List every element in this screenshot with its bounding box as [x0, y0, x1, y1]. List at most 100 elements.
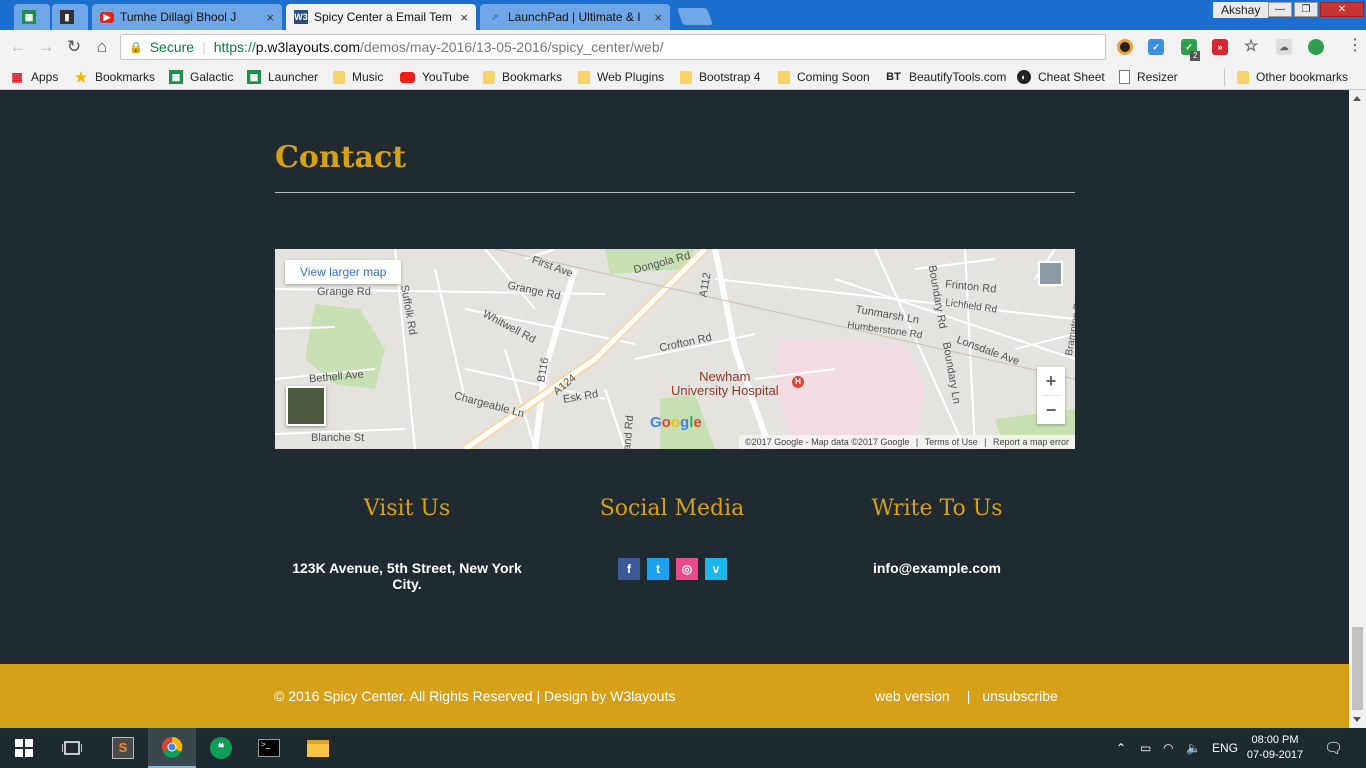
bookmark-youtube[interactable]: YouTube	[400, 68, 469, 86]
terminal-icon: >_	[258, 739, 280, 757]
wifi-icon[interactable]: ◠	[1163, 728, 1173, 768]
contact-email[interactable]: info@example.com	[807, 560, 1067, 576]
browser-toolbar: ← → ↻ ⌂ 🔒 Secure | https://p.w3layouts.c…	[0, 30, 1366, 64]
bookmark-cheat-sheet[interactable]: ◐ Cheat Sheet	[1017, 68, 1105, 86]
action-center-icon[interactable]: 🗨	[1324, 728, 1343, 768]
twitter-icon[interactable]: t	[647, 558, 669, 580]
footer-band: © 2016 Spicy Center. All Rights Reserved…	[0, 664, 1349, 728]
language-indicator[interactable]: ENG	[1212, 728, 1238, 768]
taskbar-hangouts[interactable]: ❝	[197, 728, 245, 768]
taskbar-file-explorer[interactable]	[294, 728, 342, 768]
folder-icon	[578, 70, 590, 84]
extension-camera-icon[interactable]	[1117, 39, 1133, 55]
minimize-button[interactable]: —	[1268, 2, 1292, 17]
restore-button[interactable]: ❐	[1294, 2, 1318, 17]
start-button[interactable]	[0, 728, 48, 768]
tray-chevron-icon[interactable]: ⌃	[1116, 728, 1126, 768]
secure-label: Secure	[149, 39, 195, 55]
url-host: p.w3layouts.com	[255, 39, 361, 55]
bookmark-music[interactable]: Music	[333, 68, 383, 86]
web-version-link[interactable]: web version	[875, 688, 950, 704]
bookmark-galactic[interactable]: ▦ Galactic	[169, 68, 233, 86]
reload-icon[interactable]: ↻	[64, 37, 84, 57]
chrome-icon	[162, 736, 183, 758]
menu-dots-icon[interactable]: ⋮	[1347, 38, 1363, 54]
visit-us-title: Visit Us	[363, 496, 451, 521]
visit-us-address: 123K Avenue, 5th Street, New York City.	[292, 560, 522, 592]
tab-youtube[interactable]: ▶ Tumhe Dillagi Bhool J ×	[92, 4, 282, 30]
taskbar-sublime[interactable]: S	[99, 728, 147, 768]
google-map[interactable]: First Ave Dongola Rd A112 Boundary Rd Fr…	[275, 249, 1075, 449]
sheet-icon: ▦	[247, 70, 261, 84]
map-attribution: ©2017 Google - Map data ©2017 Google | T…	[739, 435, 1075, 449]
footer-separator: |	[966, 688, 971, 704]
back-arrow-icon[interactable]: ←	[8, 37, 28, 57]
bookmark-beautifytools[interactable]: BT BeautifyTools.com	[885, 68, 1006, 86]
contact-heading: Contact	[275, 140, 407, 175]
taskbar-terminal[interactable]: >_	[245, 728, 293, 768]
youtube-icon	[400, 71, 415, 83]
report-map-error-link[interactable]: Report a map error	[993, 437, 1069, 447]
close-icon[interactable]: ×	[266, 10, 274, 25]
scroll-up-arrow-icon[interactable]	[1353, 96, 1361, 101]
volume-icon[interactable]: 🔈	[1186, 728, 1201, 768]
extension-shield-icon[interactable]: ✓	[1148, 39, 1164, 55]
bookmark-apps[interactable]: ▦ Apps	[10, 68, 58, 86]
page-scrollbar[interactable]	[1349, 90, 1366, 728]
dribbble-icon[interactable]: ◎	[676, 558, 698, 580]
street-label: Blanche St	[311, 432, 365, 444]
taskbar-chrome[interactable]	[148, 728, 196, 768]
tab-pinned-sheets[interactable]: ▦	[14, 4, 50, 30]
folder-icon	[778, 70, 790, 84]
address-bar[interactable]: 🔒 Secure | https://p.w3layouts.com/demos…	[120, 34, 1106, 60]
scroll-down-arrow-icon[interactable]	[1353, 717, 1361, 722]
zoom-out-button[interactable]: −	[1037, 396, 1065, 424]
battery-icon[interactable]: ▭	[1140, 728, 1151, 768]
terms-of-use-link[interactable]: Terms of Use	[925, 437, 978, 447]
hospital-marker-icon[interactable]: H	[792, 376, 804, 388]
bookmark-web-plugins[interactable]: Web Plugins	[578, 68, 664, 86]
bookmark-resizer[interactable]: Resizer	[1119, 68, 1178, 86]
system-clock[interactable]: 08:00 PM 07-09-2017	[1246, 733, 1304, 763]
zoom-in-button[interactable]: +	[1037, 367, 1065, 395]
copyright-text: © 2016 Spicy Center. All Rights Reserved…	[274, 688, 676, 704]
bookmark-bookmarks[interactable]: ★ Bookmarks	[74, 68, 155, 86]
extension-forward-icon[interactable]: »	[1212, 39, 1228, 55]
street-view-thumbnail[interactable]	[1038, 261, 1063, 286]
profile-button[interactable]: Akshay	[1213, 2, 1269, 18]
view-larger-map-link[interactable]: View larger map	[285, 260, 402, 284]
windows-logo-icon	[15, 739, 33, 757]
extension-badge: 2	[1190, 51, 1201, 61]
new-tab-button[interactable]	[676, 8, 714, 25]
folder-icon	[307, 739, 329, 757]
close-icon[interactable]: ×	[654, 10, 662, 25]
url-scheme: https://	[213, 39, 256, 55]
bookmark-star-icon[interactable]: ☆	[1243, 39, 1259, 55]
bookmark-other[interactable]: Other bookmarks	[1237, 68, 1348, 86]
window-close-button[interactable]: ✕	[1320, 2, 1364, 17]
close-icon[interactable]: ×	[460, 10, 468, 25]
task-view-button[interactable]	[48, 728, 96, 768]
cheatsheet-icon: ◐	[1017, 70, 1031, 84]
rocket-icon: ➚	[491, 11, 499, 22]
social-icons: f t ◎ v	[618, 558, 727, 580]
bookmark-bootstrap[interactable]: Bootstrap 4	[680, 68, 760, 86]
tab-pinned-dark[interactable]: ▮	[52, 4, 88, 30]
tab-spicy-center[interactable]: W3 Spicy Center a Email Tem ×	[286, 4, 476, 30]
home-icon[interactable]: ⌂	[92, 37, 112, 57]
satellite-toggle[interactable]	[286, 386, 326, 426]
forward-arrow-icon[interactable]: →	[36, 37, 56, 57]
bookmark-bookmarks-folder[interactable]: Bookmarks	[483, 68, 562, 86]
tab-launchpad[interactable]: ➚ LaunchPad | Ultimate & I ×	[480, 4, 670, 30]
facebook-icon[interactable]: f	[618, 558, 640, 580]
extension-cloud-icon[interactable]: ☁	[1276, 39, 1292, 55]
unsubscribe-link[interactable]: unsubscribe	[982, 688, 1058, 704]
extension-drop-icon[interactable]	[1308, 39, 1324, 55]
scroll-thumb[interactable]	[1352, 627, 1363, 710]
youtube-icon: ▶	[100, 11, 114, 23]
street-label: Grange Rd	[317, 286, 371, 298]
sheet-icon: ▦	[169, 70, 183, 84]
vimeo-icon[interactable]: v	[705, 558, 727, 580]
bookmark-coming-soon[interactable]: Coming Soon	[778, 68, 870, 86]
bookmark-launcher[interactable]: ▦ Launcher	[247, 68, 318, 86]
